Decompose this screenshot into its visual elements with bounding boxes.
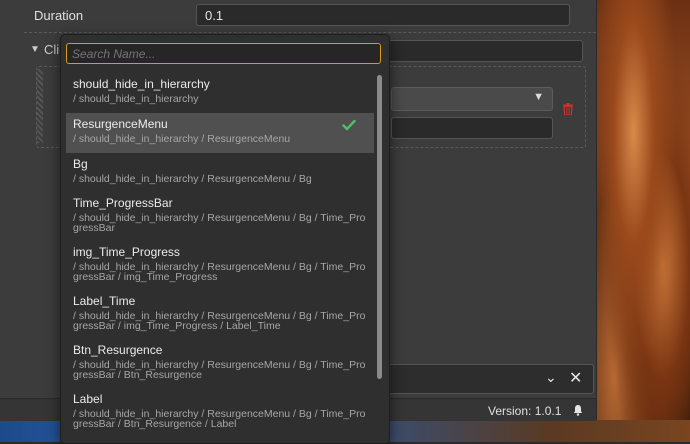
item-name: Time_ProgressBar (73, 196, 173, 210)
list-item[interactable]: Btn_Resurgence / should_hide_in_hierarch… (66, 339, 374, 384)
version-label: Version: 1.0.1 (488, 404, 562, 418)
item-name: img_Time_Progress (73, 245, 180, 259)
clip-input[interactable] (391, 117, 553, 139)
item-path: / should_hide_in_hierarchy / ResurgenceM… (73, 133, 291, 145)
bell-icon[interactable] (572, 404, 584, 416)
list-item[interactable]: Label / should_hide_in_hierarchy / Resur… (66, 388, 374, 433)
background-photo (596, 0, 690, 442)
list-item[interactable]: Label_Time / should_hide_in_hierarchy / … (66, 290, 374, 335)
node-list: should_hide_in_hierarchy / should_hide_i… (66, 73, 374, 443)
list-item-selected[interactable]: ResurgenceMenu / should_hide_in_hierarch… (66, 113, 374, 153)
drag-handle[interactable] (37, 69, 43, 143)
item-name: Label_Time (73, 294, 136, 308)
item-path: / should_hide_in_hierarchy / ResurgenceM… (73, 359, 366, 381)
scrollbar[interactable] (377, 73, 383, 443)
item-path: / should_hide_in_hierarchy / ResurgenceM… (73, 212, 366, 234)
item-name: should_hide_in_hierarchy (73, 77, 210, 91)
check-icon (342, 119, 356, 131)
item-name: Bg (73, 157, 88, 171)
close-icon[interactable]: ✕ (569, 368, 582, 388)
item-path: / should_hide_in_hierarchy / ResurgenceM… (73, 310, 366, 332)
item-name: Btn_Resurgence (73, 343, 163, 357)
scrollbar-thumb[interactable] (377, 75, 382, 379)
node-picker-dropdown: should_hide_in_hierarchy / should_hide_i… (60, 34, 390, 444)
item-path: / should_hide_in_hierarchy / ResurgenceM… (73, 173, 312, 185)
item-name: ResurgenceMenu (73, 117, 168, 131)
duration-label: Duration (34, 8, 84, 23)
trash-icon[interactable] (563, 103, 573, 115)
duration-row: Duration 0.1 (24, 0, 596, 33)
search-input[interactable] (66, 43, 381, 64)
clips-count-input[interactable] (378, 40, 583, 62)
chevron-down-icon: ▼ (533, 91, 544, 103)
item-path: / should_hide_in_hierarchy / ResurgenceM… (73, 408, 366, 430)
list-item[interactable]: img_Time_Progress / should_hide_in_hiera… (66, 241, 374, 286)
target-select[interactable]: ⌄ ✕ (378, 364, 594, 394)
chevron-down-icon[interactable]: ⌄ (545, 369, 557, 386)
item-path: / should_hide_in_hierarchy / ResurgenceM… (73, 261, 366, 283)
list-item[interactable]: should_hide_in_hierarchy / should_hide_i… (66, 73, 374, 108)
collapse-arrow-icon[interactable]: ▼ (30, 44, 40, 55)
list-item[interactable]: Bg / should_hide_in_hierarchy / Resurgen… (66, 153, 374, 188)
item-name: Label (73, 392, 103, 406)
clip-select[interactable]: ▼ (391, 87, 553, 111)
clips-label: Cli (44, 42, 60, 57)
list-item[interactable]: Time_ProgressBar / should_hide_in_hierar… (66, 192, 374, 237)
item-path: / should_hide_in_hierarchy (73, 93, 199, 105)
duration-input[interactable]: 0.1 (196, 4, 570, 26)
